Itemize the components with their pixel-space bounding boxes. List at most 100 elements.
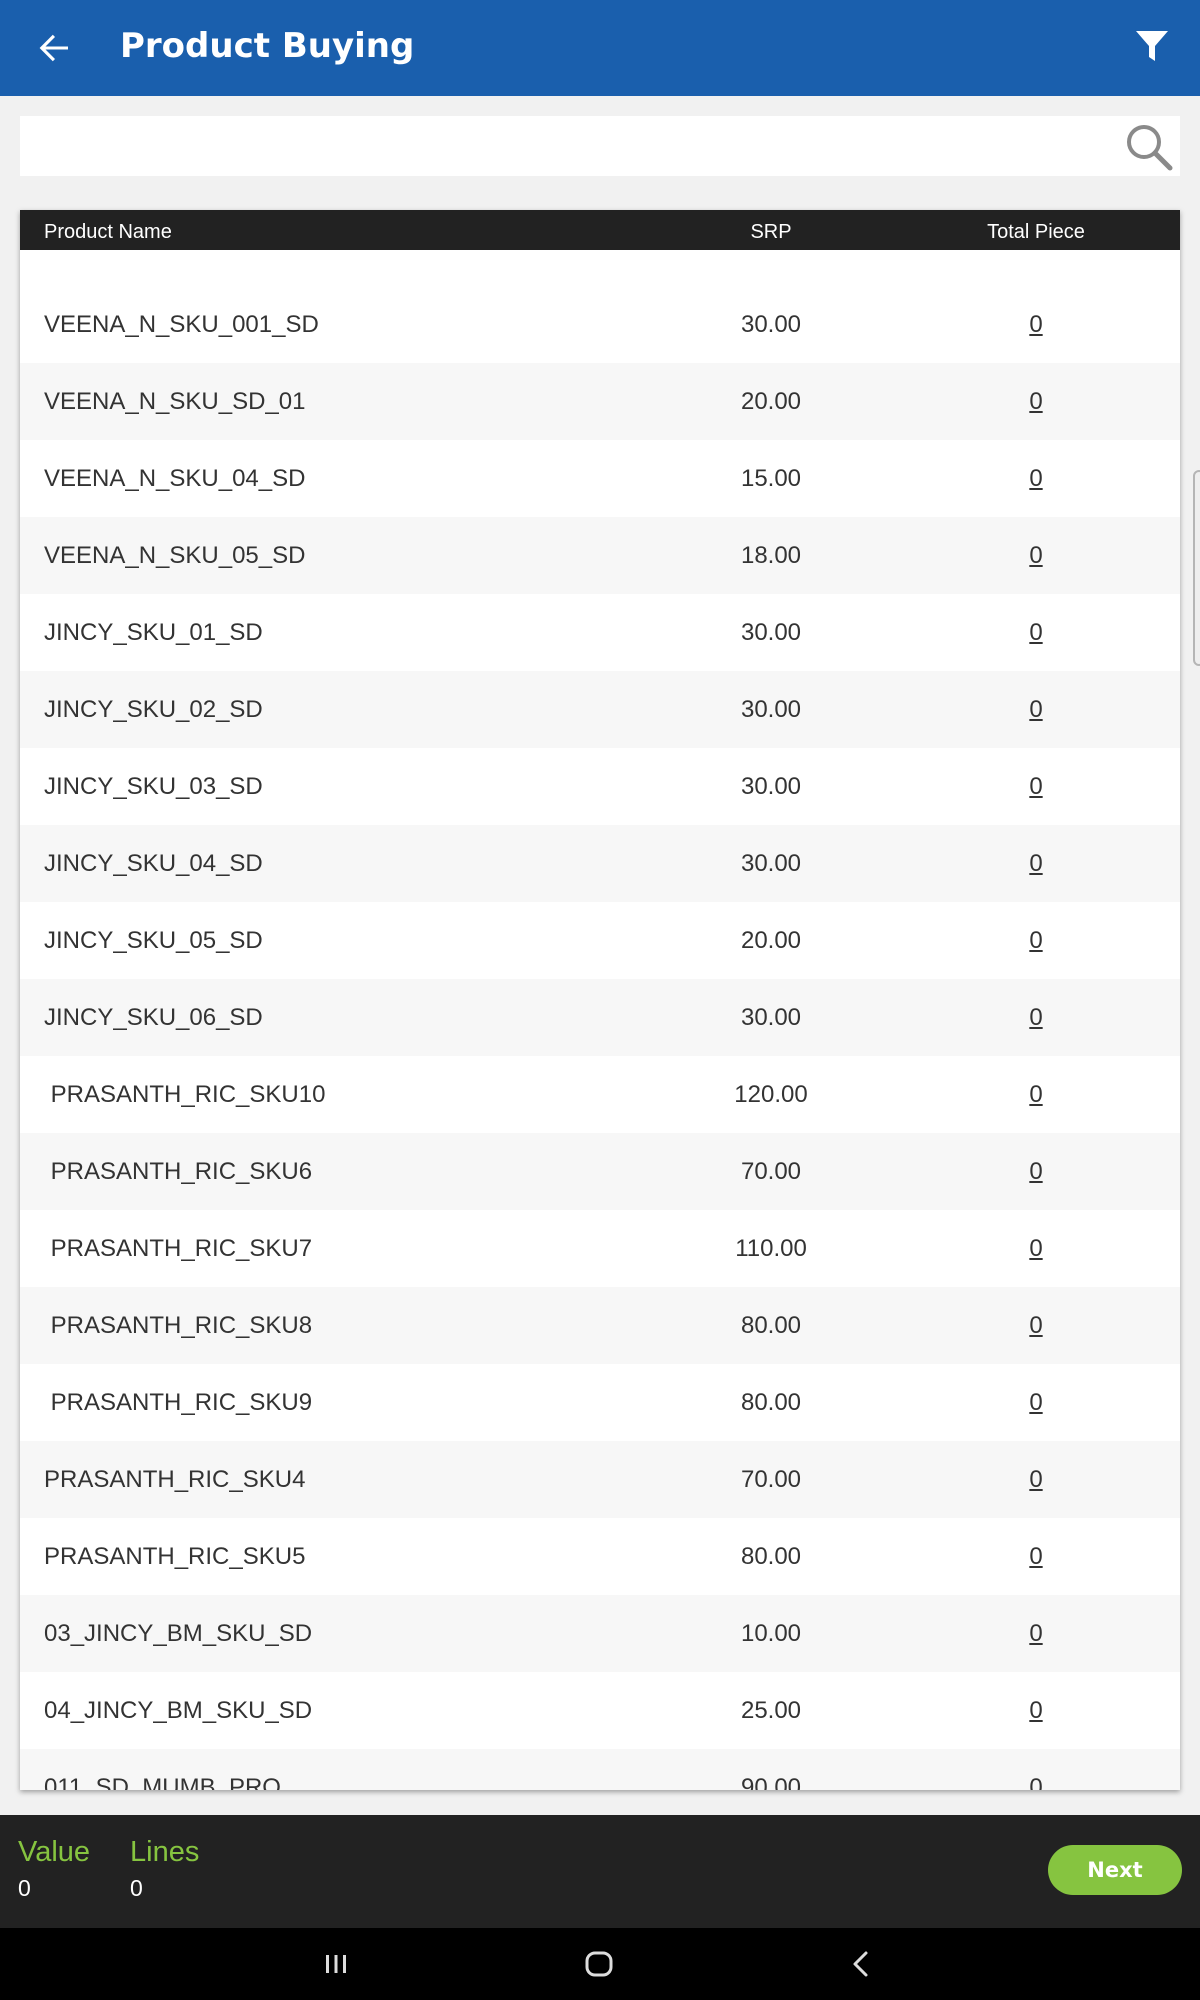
table-row[interactable]: JINCY_SKU_06_SD 30.00 0 xyxy=(20,979,1180,1056)
table-row[interactable]: 03_JINCY_BM_SKU_SD 10.00 0 xyxy=(20,1595,1180,1672)
total-piece-link[interactable]: 0 xyxy=(1016,671,1056,748)
table-row[interactable]: PRASANTH_RIC_SKU5 80.00 0 xyxy=(20,1518,1180,1595)
srp-cell: 30.00 xyxy=(740,619,802,646)
total-piece-link[interactable]: 0 xyxy=(1016,1518,1056,1595)
total-piece-link[interactable]: 0 xyxy=(1016,1056,1056,1133)
total-piece-link[interactable]: 0 xyxy=(1016,594,1056,671)
table-row[interactable]: JINCY_SKU_05_SD 20.00 0 xyxy=(20,902,1180,979)
product-table: Product Name SRP Total Piece VEENA_N_SKU… xyxy=(20,210,1180,1790)
srp-cell: 80.00 xyxy=(740,1543,802,1570)
srp-cell: 20.00 xyxy=(740,927,802,954)
product-name-cell: JINCY_SKU_06_SD xyxy=(44,1004,263,1031)
column-header-total-piece: Total Piece xyxy=(987,221,1085,243)
table-row[interactable]: PRASANTH_RIC_SKU9 80.00 0 xyxy=(20,1364,1180,1441)
table-header: Product Name SRP Total Piece xyxy=(20,210,1180,250)
table-row[interactable]: PRASANTH_RIC_SKU6 70.00 0 xyxy=(20,1133,1180,1210)
total-piece-link[interactable]: 0 xyxy=(1016,1441,1056,1518)
product-name-cell: PRASANTH_RIC_SKU7 xyxy=(44,1235,313,1262)
product-name-cell: VEENA_N_SKU_04_SD xyxy=(44,465,306,492)
product-name-cell: JINCY_SKU_05_SD xyxy=(44,927,263,954)
srp-cell: 10.00 xyxy=(740,1620,802,1647)
product-name-cell: PRASANTH_RIC_SKU6 xyxy=(44,1158,313,1185)
total-piece-link[interactable]: 0 xyxy=(1016,1672,1056,1749)
total-piece-link[interactable]: 0 xyxy=(1016,825,1056,902)
table-row[interactable]: PRASANTH_RIC_SKU10 120.00 0 xyxy=(20,1056,1180,1133)
product-name-cell: JINCY_SKU_02_SD xyxy=(44,696,263,723)
search-icon[interactable] xyxy=(1122,120,1178,176)
lines-count: 0 xyxy=(130,1875,143,1901)
srp-cell: 30.00 xyxy=(740,850,802,877)
total-piece-link[interactable]: 0 xyxy=(1016,1595,1056,1672)
total-piece-link[interactable]: 0 xyxy=(1016,1364,1056,1441)
total-piece-link[interactable]: 0 xyxy=(1016,1133,1056,1210)
table-row[interactable]: PRASANTH_RIC_SKU4 70.00 0 xyxy=(20,1441,1180,1518)
column-header-product-name: Product Name xyxy=(44,221,172,243)
total-piece-link[interactable]: 0 xyxy=(1016,1749,1056,1790)
srp-cell: 70.00 xyxy=(740,1466,802,1493)
table-row[interactable]: VEENA_N_SKU_001_SD 30.00 0 xyxy=(20,286,1180,363)
lines-label: Lines xyxy=(130,1836,200,1868)
product-name-cell: JINCY_SKU_03_SD xyxy=(44,773,263,800)
column-header-srp: SRP xyxy=(750,221,792,243)
product-name-cell: PRASANTH_RIC_SKU5 xyxy=(44,1543,306,1570)
nav-back-icon[interactable] xyxy=(844,1946,880,1982)
table-row[interactable]: VEENA_N_SKU_04_SD 15.00 0 xyxy=(20,440,1180,517)
srp-cell: 30.00 xyxy=(740,311,802,338)
scroll-indicator[interactable] xyxy=(1193,470,1200,666)
srp-cell: 90.00 xyxy=(740,1774,802,1790)
arrow-left-icon[interactable] xyxy=(30,24,78,72)
product-name-cell: JINCY_SKU_04_SD xyxy=(44,850,263,877)
srp-cell: 30.00 xyxy=(740,773,802,800)
search-bar xyxy=(20,116,1180,176)
value-amount: 0 xyxy=(18,1875,31,1901)
summary-footer: Value 0 Lines 0 Next xyxy=(0,1815,1200,1928)
srp-cell: 70.00 xyxy=(740,1158,802,1185)
home-icon[interactable] xyxy=(581,1946,617,1982)
product-name-cell: PRASANTH_RIC_SKU10 xyxy=(44,1081,326,1108)
srp-cell: 80.00 xyxy=(740,1389,802,1416)
srp-cell: 120.00 xyxy=(734,1081,808,1108)
page-title: Product Buying xyxy=(120,26,415,66)
product-name-cell: VEENA_N_SKU_05_SD xyxy=(44,542,306,569)
table-row[interactable]: 011_SD_MUMB_PRO 90.00 0 xyxy=(20,1749,1180,1790)
product-name-cell: VEENA_N_SKU_SD_01 xyxy=(44,388,306,415)
total-piece-link[interactable]: 0 xyxy=(1016,979,1056,1056)
table-row[interactable]: PRASANTH_RIC_SKU7 110.00 0 xyxy=(20,1210,1180,1287)
recents-icon[interactable] xyxy=(318,1946,354,1982)
table-row[interactable]: JINCY_SKU_03_SD 30.00 0 xyxy=(20,748,1180,825)
total-piece-link[interactable]: 0 xyxy=(1016,748,1056,825)
product-name-cell: 011_SD_MUMB_PRO xyxy=(44,1774,281,1790)
product-name-cell: 04_JINCY_BM_SKU_SD xyxy=(44,1697,313,1724)
total-piece-link[interactable]: 0 xyxy=(1016,517,1056,594)
filter-icon[interactable] xyxy=(1132,26,1172,66)
table-row[interactable]: VEENA_N_SKU_05_SD 18.00 0 xyxy=(20,517,1180,594)
total-piece-link[interactable]: 0 xyxy=(1016,363,1056,440)
table-row[interactable]: PRASANTH_RIC_SKU8 80.00 0 xyxy=(20,1287,1180,1364)
table-row[interactable]: JINCY_SKU_04_SD 30.00 0 xyxy=(20,825,1180,902)
product-name-cell: 03_JINCY_BM_SKU_SD xyxy=(44,1620,313,1647)
total-piece-link[interactable]: 0 xyxy=(1016,1287,1056,1364)
product-name-cell: PRASANTH_RIC_SKU4 xyxy=(44,1466,306,1493)
search-input[interactable] xyxy=(20,116,1120,176)
table-row[interactable]: VEENA_N_SKU_SD_01 20.00 0 xyxy=(20,363,1180,440)
srp-cell: 30.00 xyxy=(740,696,802,723)
srp-cell: 110.00 xyxy=(735,1235,807,1262)
srp-cell: 15.00 xyxy=(740,465,802,492)
total-piece-link[interactable]: 0 xyxy=(1016,902,1056,979)
table-row[interactable]: JINCY_SKU_01_SD 30.00 0 xyxy=(20,594,1180,671)
total-piece-link[interactable]: 0 xyxy=(1016,440,1056,517)
product-name-cell: PRASANTH_RIC_SKU9 xyxy=(44,1389,313,1416)
table-row[interactable]: 04_JINCY_BM_SKU_SD 25.00 0 xyxy=(20,1672,1180,1749)
srp-cell: 80.00 xyxy=(740,1312,802,1339)
next-button[interactable]: Next xyxy=(1048,1845,1182,1895)
total-piece-link[interactable]: 0 xyxy=(1016,286,1056,363)
srp-cell: 30.00 xyxy=(740,1004,802,1031)
srp-cell: 25.00 xyxy=(740,1697,802,1724)
srp-cell: 20.00 xyxy=(740,388,802,415)
table-row[interactable]: JINCY_SKU_02_SD 30.00 0 xyxy=(20,671,1180,748)
system-nav-bar xyxy=(0,1928,1200,2000)
total-piece-link[interactable]: 0 xyxy=(1016,1210,1056,1287)
product-name-cell: VEENA_N_SKU_001_SD xyxy=(44,311,319,338)
product-name-cell: JINCY_SKU_01_SD xyxy=(44,619,263,646)
value-label: Value xyxy=(18,1836,91,1868)
